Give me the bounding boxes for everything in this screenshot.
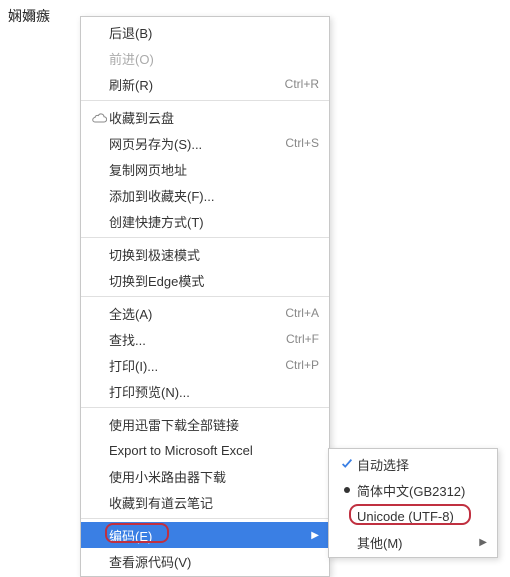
menu-shortcut: Ctrl+F [286,332,319,346]
submenu-arrow-icon: ▶ [479,537,487,548]
menu-item-print-preview[interactable]: 打印预览(N)... [81,378,329,404]
context-menu: 后退(B) 前进(O) 刷新(R) Ctrl+R 收藏到云盘网页另存为(S)... Ctr… [80,16,330,577]
menu-item-label: 收藏到有道云笔记 [109,493,319,512]
submenu-item-gb2312[interactable]: 简体中文(GB2312) [329,477,497,503]
menu-item-label: 编码(E) [109,526,305,545]
menu-item-export-excel[interactable]: Export to Microsoft Excel [81,437,329,463]
menu-separator [81,237,329,238]
menu-item-find[interactable]: 查找... Ctrl+F [81,326,329,352]
menu-shortcut: Ctrl+R [285,77,319,91]
submenu-arrow-icon: ▶ [311,530,319,541]
menu-item-xunlei[interactable]: 使用迅雷下载全部链接 [81,411,329,437]
menu-item-label: 打印(I)... [109,356,275,375]
menu-item-label: 打印预览(N)... [109,382,319,401]
bullet-icon [337,487,357,493]
menu-item-label: 后退(B) [109,23,319,42]
submenu-item-other[interactable]: 其他(M) ▶ [329,529,497,555]
menu-item-refresh[interactable]: 刷新(R) Ctrl+R [81,71,329,97]
menu-item-back[interactable]: 后退(B) [81,19,329,45]
menu-item-label: 添加到收藏夹(F)... [109,186,319,205]
menu-item-save-as[interactable]: 网页另存为(S)... Ctrl+S [81,130,329,156]
menu-item-label: Export to Microsoft Excel [109,443,319,458]
encoding-submenu: 自动选择简体中文(GB2312) Unicode (UTF-8) 其他(M) ▶ [328,448,498,558]
check-icon [337,457,357,471]
menu-item-xiaomi[interactable]: 使用小米路由器下载 [81,463,329,489]
menu-item-copy-url[interactable]: 复制网页地址 [81,156,329,182]
menu-item-add-fav[interactable]: 添加到收藏夹(F)... [81,182,329,208]
menu-item-label: 复制网页地址 [109,160,319,179]
menu-item-label: 查找... [109,330,276,349]
menu-item-label: 切换到Edge模式 [109,271,319,290]
menu-item-shortcut[interactable]: 创建快捷方式(T) [81,208,329,234]
menu-item-label: 查看源代码(V) [109,552,319,571]
submenu-item-label: Unicode (UTF-8) [357,509,487,524]
submenu-item-auto[interactable]: 自动选择 [329,451,497,477]
menu-item-label: 前进(O) [109,49,319,68]
menu-separator [81,100,329,101]
garbled-text: 娴嬭瘯 [8,6,50,26]
menu-shortcut: Ctrl+P [285,358,319,372]
menu-item-label: 切换到极速模式 [109,245,319,264]
submenu-item-utf8[interactable]: Unicode (UTF-8) [329,503,497,529]
menu-shortcut: Ctrl+A [285,306,319,320]
submenu-item-label: 自动选择 [357,455,487,474]
menu-item-select-all[interactable]: 全选(A) Ctrl+A [81,300,329,326]
menu-item-save-cloud[interactable]: 收藏到云盘 [81,104,329,130]
menu-item-label: 创建快捷方式(T) [109,212,319,231]
menu-separator [81,518,329,519]
menu-item-label: 使用迅雷下载全部链接 [109,415,319,434]
menu-item-view-source[interactable]: 查看源代码(V) [81,548,329,574]
submenu-item-label: 其他(M) [357,533,473,552]
menu-item-label: 刷新(R) [109,75,275,94]
menu-shortcut: Ctrl+S [285,136,319,150]
menu-separator [81,407,329,408]
menu-item-label: 全选(A) [109,304,275,323]
menu-item-label: 网页另存为(S)... [109,134,275,153]
menu-item-encoding[interactable]: 编码(E) ▶ [81,522,329,548]
menu-item-forward: 前进(O) [81,45,329,71]
menu-item-youdao[interactable]: 收藏到有道云笔记 [81,489,329,515]
cloud-icon [89,112,109,123]
submenu-item-label: 简体中文(GB2312) [357,481,487,500]
menu-separator [81,296,329,297]
menu-item-label: 收藏到云盘 [109,108,319,127]
menu-item-print[interactable]: 打印(I)... Ctrl+P [81,352,329,378]
menu-item-label: 使用小米路由器下载 [109,467,319,486]
menu-item-speed-mode[interactable]: 切换到极速模式 [81,241,329,267]
menu-item-edge-mode[interactable]: 切换到Edge模式 [81,267,329,293]
